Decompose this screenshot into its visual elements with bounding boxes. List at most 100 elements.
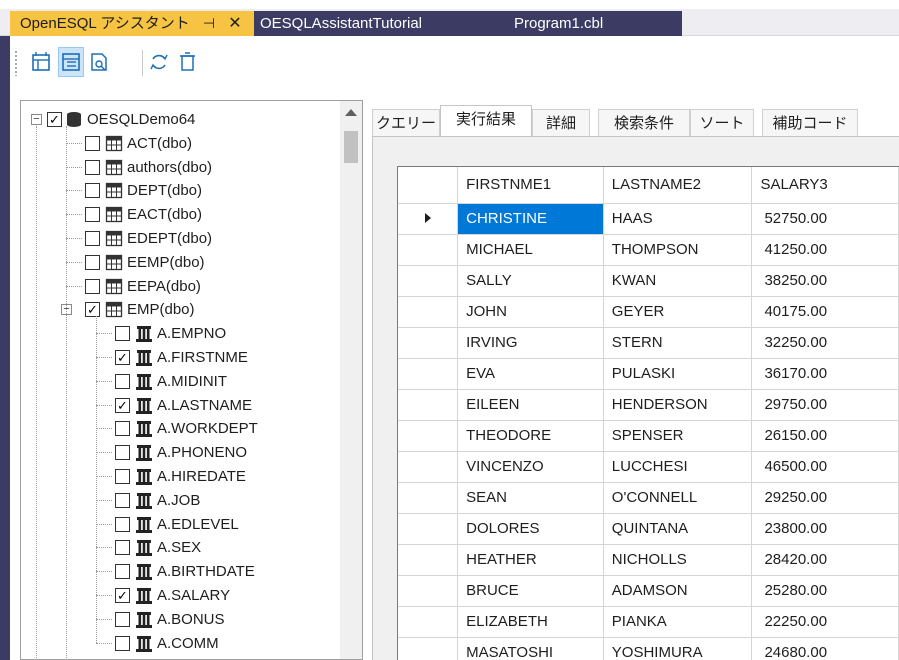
tab-program[interactable]: Program1.cbl [506, 11, 682, 36]
column-checkbox[interactable] [115, 492, 130, 508]
cell-lastname[interactable]: LUCCHESI [603, 451, 753, 483]
row-header[interactable] [398, 513, 459, 545]
table-row[interactable]: EILEEN HENDERSON 29750.00 [398, 389, 899, 421]
cell-salary[interactable]: 25280.00 [751, 575, 899, 607]
tree-column-node[interactable]: A.EMPNO [21, 322, 339, 345]
row-header[interactable] [398, 544, 459, 576]
toolbar-grip[interactable] [14, 50, 18, 76]
tree-column-node[interactable]: A.BONUS [21, 608, 339, 631]
cell-firstnme[interactable]: BRUCE [457, 575, 604, 607]
tree-column-node[interactable]: A.COMM [21, 632, 339, 655]
tab-query[interactable]: クエリー [372, 109, 440, 136]
cell-firstnme[interactable]: ELIZABETH [457, 606, 604, 638]
cell-salary[interactable]: 46500.00 [751, 451, 899, 483]
row-header[interactable] [398, 203, 459, 235]
cell-lastname[interactable]: YOSHIMURA [603, 637, 753, 660]
tab-search-conditions[interactable]: 検索条件 [598, 109, 690, 136]
row-header[interactable] [398, 575, 459, 607]
cell-salary[interactable]: 23800.00 [751, 513, 899, 545]
tree-column-node[interactable]: A.MIDINIT [21, 370, 339, 393]
table-row[interactable]: IRVING STERN 32250.00 [398, 327, 899, 359]
cell-salary[interactable]: 29750.00 [751, 389, 899, 421]
cell-firstnme[interactable]: SALLY [457, 265, 604, 297]
cell-salary[interactable]: 41250.00 [751, 234, 899, 266]
row-header[interactable] [398, 389, 459, 421]
column-checkbox[interactable] [115, 469, 130, 484]
table-row[interactable]: VINCENZO LUCCHESI 46500.00 [398, 451, 899, 483]
table-checkbox[interactable] [85, 278, 100, 294]
pin-icon[interactable]: ⊣ [200, 11, 218, 36]
cell-firstnme[interactable]: HEATHER [457, 544, 604, 576]
tree-column-node[interactable]: A.JOB [21, 489, 339, 512]
tab-auxiliary-code[interactable]: 補助コード [762, 109, 858, 136]
column-checkbox[interactable]: ✓ [115, 397, 130, 413]
column-checkbox[interactable] [115, 635, 130, 651]
cell-lastname[interactable]: HENDERSON [603, 389, 753, 421]
column-checkbox[interactable] [115, 564, 130, 580]
column-checkbox[interactable]: ✓ [115, 350, 130, 365]
query-button[interactable] [28, 47, 54, 77]
cell-salary[interactable]: 52750.00 [751, 203, 899, 235]
tree-column-node[interactable]: ✓ A.FIRSTNME [21, 346, 339, 369]
table-checkbox[interactable] [85, 159, 100, 175]
expand-toggle-icon[interactable]: − [31, 114, 42, 125]
table-row[interactable]: DOLORES QUINTANA 23800.00 [398, 513, 899, 545]
table-checkbox[interactable] [85, 183, 100, 199]
cell-salary[interactable]: 32250.00 [751, 327, 899, 359]
table-row[interactable]: MICHAEL THOMPSON 41250.00 [398, 234, 899, 266]
table-checkbox[interactable] [85, 231, 100, 246]
cell-lastname[interactable]: NICHOLLS [603, 544, 753, 576]
cell-salary[interactable]: 26150.00 [751, 420, 899, 452]
column-checkbox[interactable] [115, 516, 130, 532]
cell-lastname[interactable]: PIANKA [603, 606, 753, 638]
database-tree[interactable]: − ✓ OESQLDemo64 ACT(dbo) authors(dbo) DEPT(db… [20, 100, 363, 660]
cell-salary[interactable]: 36170.00 [751, 358, 899, 390]
table-row[interactable]: SALLY KWAN 38250.00 [398, 265, 899, 297]
cell-firstnme[interactable]: EILEEN [457, 389, 604, 421]
tree-column-node[interactable]: ✓ A.SALARY [21, 584, 339, 607]
scroll-thumb[interactable] [344, 131, 358, 163]
cell-salary[interactable]: 22250.00 [751, 606, 899, 638]
tree-column-node[interactable]: A.WORKDEPT [21, 417, 339, 440]
cell-lastname[interactable]: O'CONNELL [603, 482, 753, 514]
cell-lastname[interactable]: GEYER [603, 296, 753, 328]
tab-sort[interactable]: ソート [690, 109, 754, 136]
cell-lastname[interactable]: SPENSER [603, 420, 753, 452]
results-grid[interactable]: FIRSTNME1 LASTNAME2 SALARY3 CHRISTINE HAA… [397, 166, 899, 660]
table-row[interactable]: SEAN O'CONNELL 29250.00 [398, 482, 899, 514]
column-checkbox[interactable] [115, 421, 130, 437]
close-icon[interactable]: ✕ [224, 11, 246, 36]
cell-lastname[interactable]: HAAS [603, 203, 753, 235]
cell-lastname[interactable]: STERN [603, 327, 753, 359]
cell-lastname[interactable]: PULASKI [603, 358, 753, 390]
row-header[interactable] [398, 296, 459, 328]
table-row[interactable]: MASATOSHI YOSHIMURA 24680.00 [398, 637, 899, 660]
scroll-up-arrow-icon[interactable] [345, 109, 357, 116]
table-row[interactable]: CHRISTINE HAAS 52750.00 [398, 203, 899, 235]
table-row[interactable]: ELIZABETH PIANKA 22250.00 [398, 606, 899, 638]
row-header[interactable] [398, 451, 459, 483]
cell-firstnme[interactable]: SEAN [457, 482, 604, 514]
column-header-lastname[interactable]: LASTNAME2 [603, 167, 753, 204]
cell-salary[interactable]: 24680.00 [751, 637, 899, 660]
cell-firstnme[interactable]: MASATOSHI [457, 637, 604, 660]
cell-lastname[interactable]: KWAN [603, 265, 753, 297]
cell-salary[interactable]: 29250.00 [751, 482, 899, 514]
result-button[interactable] [58, 47, 84, 77]
tree-column-node[interactable]: ✓ A.LASTNAME [21, 394, 339, 417]
column-checkbox[interactable] [115, 540, 130, 556]
row-header[interactable] [398, 482, 459, 514]
tab-details[interactable]: 詳細 [532, 109, 590, 136]
cell-firstnme[interactable]: EVA [457, 358, 604, 390]
tree-column-node[interactable]: A.PHONENO [21, 441, 339, 464]
cell-firstnme[interactable]: DOLORES [457, 513, 604, 545]
cell-lastname[interactable]: QUINTANA [603, 513, 753, 545]
cell-salary[interactable]: 40175.00 [751, 296, 899, 328]
row-header[interactable] [398, 327, 459, 359]
table-row[interactable]: THEODORE SPENSER 26150.00 [398, 420, 899, 452]
table-checkbox[interactable] [85, 135, 100, 151]
cell-salary[interactable]: 38250.00 [751, 265, 899, 297]
cell-lastname[interactable]: ADAMSON [603, 575, 753, 607]
tree-table-node[interactable]: − ✓ EMP(dbo) [21, 298, 339, 321]
column-checkbox[interactable] [115, 611, 130, 627]
